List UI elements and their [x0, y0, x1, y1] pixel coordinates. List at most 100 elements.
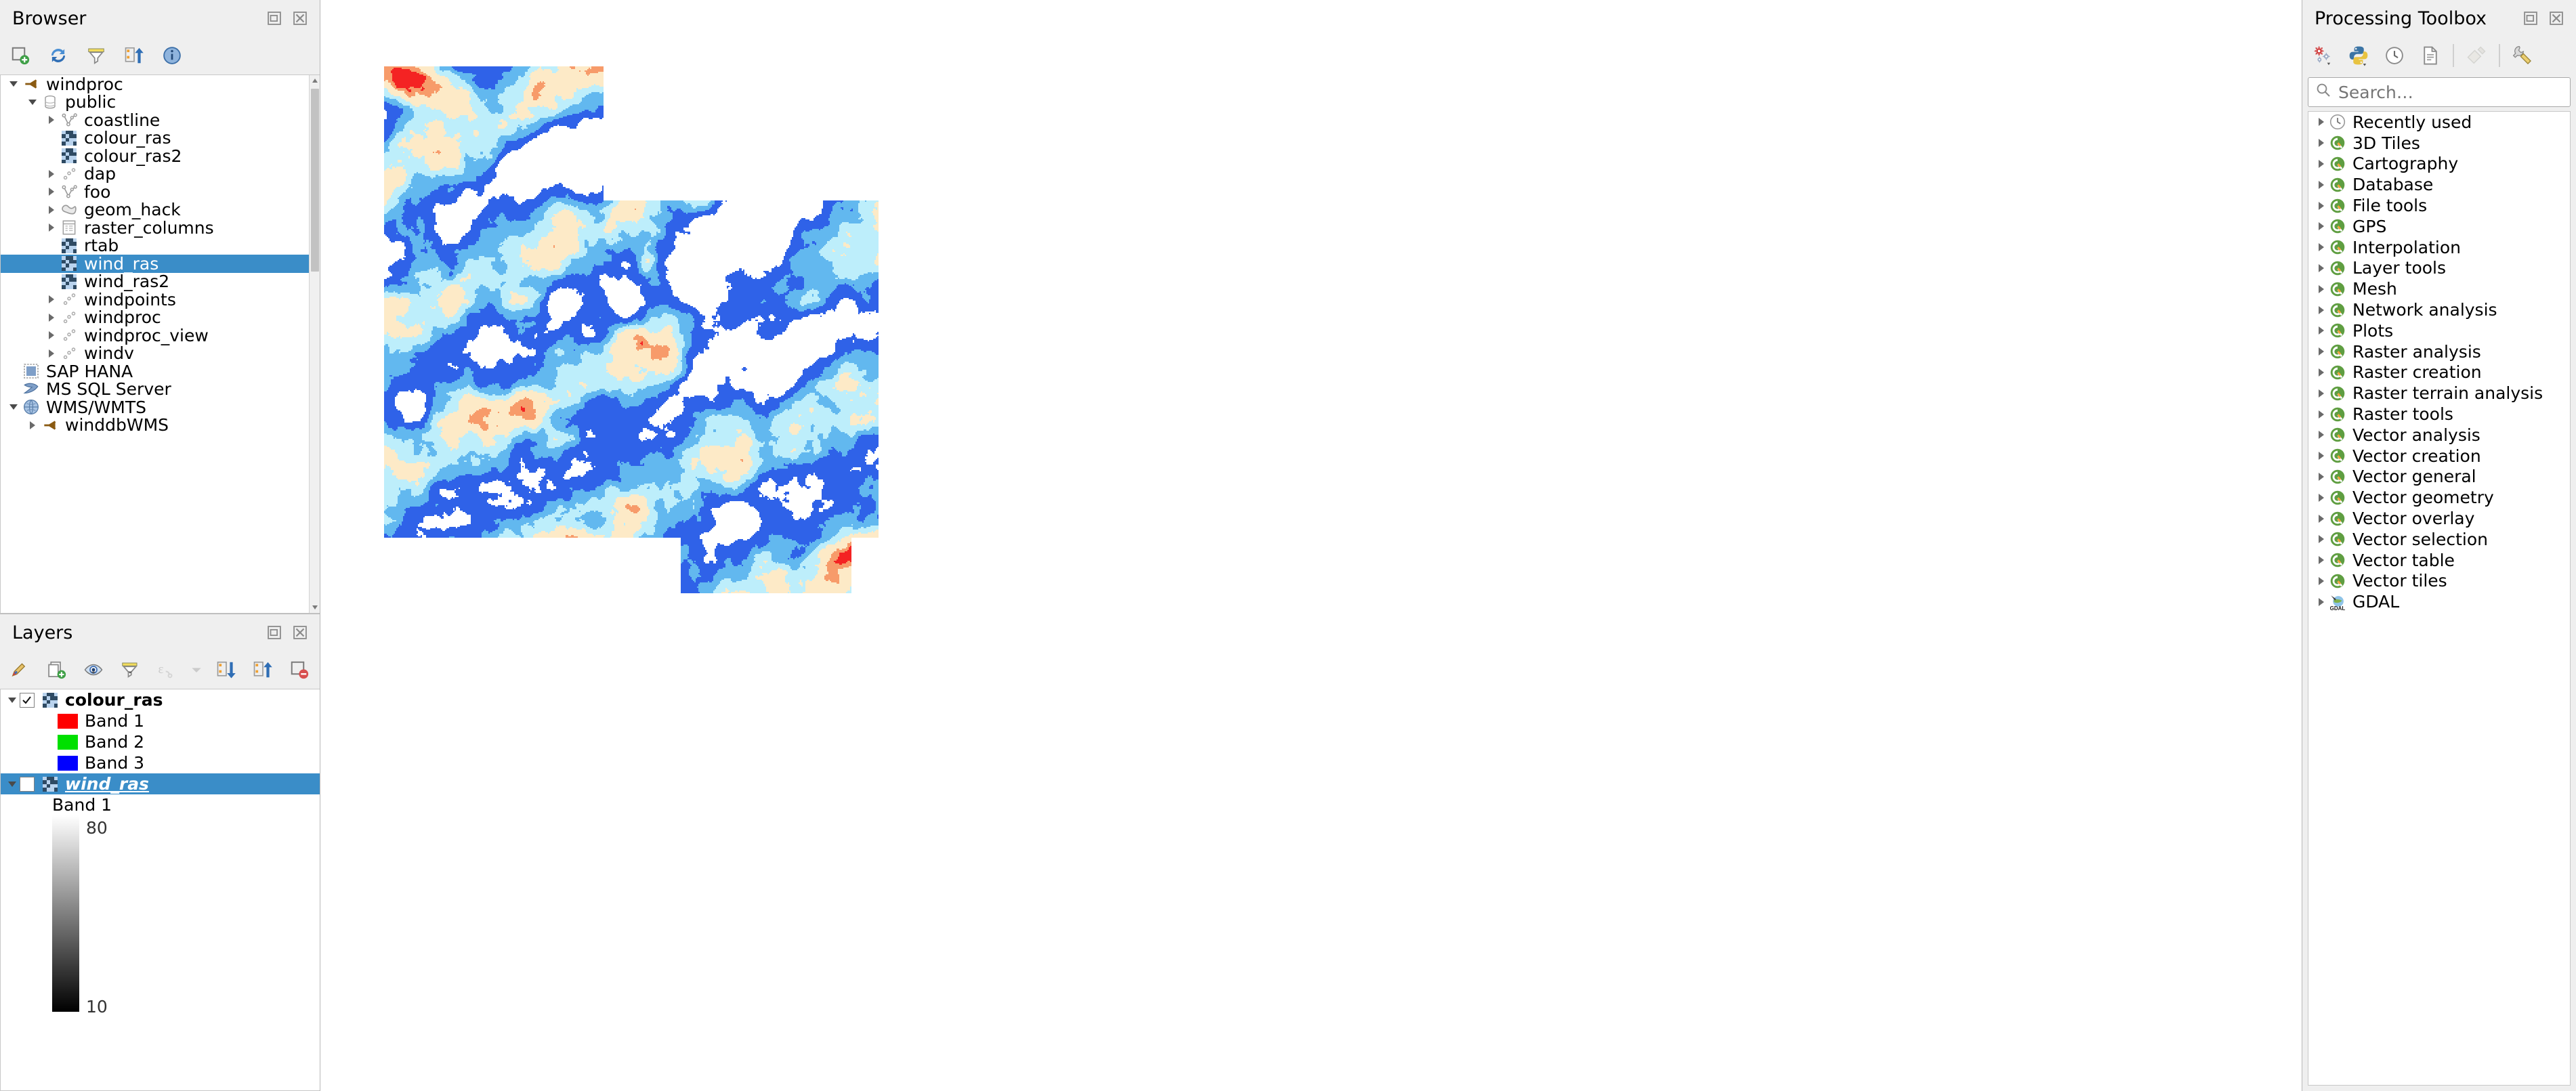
- collapse-all-icon[interactable]: [121, 42, 148, 69]
- close-icon[interactable]: [289, 7, 312, 30]
- float-icon[interactable]: [2519, 7, 2542, 30]
- chevron-right-icon[interactable]: [2314, 368, 2329, 377]
- collapse-all-icon[interactable]: [249, 656, 276, 683]
- chevron-right-icon[interactable]: [25, 421, 40, 430]
- processing-item-vector-general[interactable]: Vector general: [2308, 467, 2570, 488]
- processing-item-gdal[interactable]: GDAL GDAL: [2308, 591, 2570, 612]
- add-layer-icon[interactable]: [7, 42, 34, 69]
- band-legend-row[interactable]: Band 1: [1, 710, 320, 731]
- browser-item-public[interactable]: public: [1, 92, 309, 112]
- processing-item-recently-used[interactable]: Recently used: [2308, 112, 2570, 133]
- python-scripts-icon[interactable]: [2345, 42, 2372, 69]
- results-viewer-icon[interactable]: [2417, 42, 2444, 69]
- chevron-right-icon[interactable]: [44, 349, 59, 358]
- add-group-icon[interactable]: [43, 656, 70, 683]
- search-input[interactable]: [2337, 81, 2563, 103]
- chevron-right-icon[interactable]: [2314, 555, 2329, 565]
- layers-tree[interactable]: colour_ras Band 1 Band 2 Band 3 wind_ras Band…: [0, 689, 320, 1091]
- processing-item-gps[interactable]: GPS: [2308, 216, 2570, 237]
- close-icon[interactable]: [289, 621, 312, 644]
- browser-item-ms-sql-server[interactable]: MS SQL Server: [1, 379, 309, 399]
- browser-item-winddbwms[interactable]: winddbWMS: [1, 415, 309, 435]
- chevron-down-icon[interactable]: [25, 98, 40, 107]
- chevron-right-icon[interactable]: [44, 295, 59, 304]
- browser-item-windpoints[interactable]: windpoints: [1, 290, 309, 309]
- processing-item-mesh[interactable]: Mesh: [2308, 278, 2570, 299]
- processing-item-3d-tiles[interactable]: 3D Tiles: [2308, 133, 2570, 154]
- processing-item-vector-analysis[interactable]: Vector analysis: [2308, 425, 2570, 446]
- processing-item-vector-geometry[interactable]: Vector geometry: [2308, 487, 2570, 508]
- chevron-right-icon[interactable]: [44, 115, 59, 125]
- browser-item-windproc[interactable]: windproc: [1, 75, 309, 94]
- models-icon[interactable]: [2309, 42, 2336, 69]
- chevron-right-icon[interactable]: [2314, 451, 2329, 461]
- chevron-right-icon[interactable]: [2314, 201, 2329, 211]
- processing-item-vector-tiles[interactable]: Vector tiles: [2308, 571, 2570, 592]
- browser-tree[interactable]: windproc public coastline colour_ras colour_…: [0, 74, 320, 614]
- chevron-right-icon[interactable]: [2314, 326, 2329, 335]
- chevron-right-icon[interactable]: [44, 205, 59, 215]
- chevron-right-icon[interactable]: [2314, 263, 2329, 273]
- chevron-right-icon[interactable]: [2314, 534, 2329, 544]
- processing-item-vector-table[interactable]: Vector table: [2308, 550, 2570, 571]
- chevron-right-icon[interactable]: [2314, 597, 2329, 607]
- chevron-right-icon[interactable]: [2314, 117, 2329, 127]
- band-title-row[interactable]: Band 1: [1, 794, 320, 815]
- processing-item-raster-analysis[interactable]: Raster analysis: [2308, 341, 2570, 362]
- close-icon[interactable]: [2545, 7, 2568, 30]
- chevron-right-icon[interactable]: [2314, 472, 2329, 482]
- browser-item-raster-columns[interactable]: raster_columns: [1, 218, 309, 238]
- band-legend-row[interactable]: Band 3: [1, 752, 320, 773]
- processing-item-raster-tools[interactable]: Raster tools: [2308, 404, 2570, 425]
- chevron-right-icon[interactable]: [44, 313, 59, 322]
- scroll-down-icon[interactable]: [310, 602, 320, 613]
- refresh-icon[interactable]: [45, 42, 72, 69]
- browser-item-windproc[interactable]: windproc: [1, 307, 309, 327]
- browser-item-foo[interactable]: foo: [1, 182, 309, 202]
- search-field[interactable]: [2308, 77, 2571, 107]
- processing-item-layer-tools[interactable]: Layer tools: [2308, 258, 2570, 279]
- map-canvas[interactable]: [320, 0, 2302, 1091]
- processing-item-database[interactable]: Database: [2308, 174, 2570, 195]
- processing-item-plots[interactable]: Plots: [2308, 320, 2570, 341]
- remove-layer-icon[interactable]: [286, 656, 313, 683]
- browser-item-geom-hack[interactable]: geom_hack: [1, 200, 309, 219]
- processing-tree[interactable]: Recently used 3D Tiles Cartography Database…: [2308, 111, 2571, 1086]
- chevron-right-icon[interactable]: [2314, 305, 2329, 315]
- chevron-down-icon[interactable]: [5, 696, 20, 705]
- processing-item-network-analysis[interactable]: Network analysis: [2308, 299, 2570, 320]
- processing-item-raster-creation[interactable]: Raster creation: [2308, 362, 2570, 383]
- browser-scrollbar[interactable]: [309, 75, 320, 613]
- chevron-right-icon[interactable]: [44, 187, 59, 196]
- browser-item-rtab[interactable]: rtab: [1, 236, 309, 255]
- float-icon[interactable]: [263, 621, 286, 644]
- chevron-right-icon[interactable]: [44, 169, 59, 179]
- processing-item-vector-creation[interactable]: Vector creation: [2308, 446, 2570, 467]
- chevron-down-icon[interactable]: [5, 779, 20, 789]
- chevron-right-icon[interactable]: [2314, 410, 2329, 419]
- options-wrench-icon[interactable]: [2509, 42, 2536, 69]
- chevron-right-icon[interactable]: [2314, 242, 2329, 252]
- scrollbar-thumb[interactable]: [311, 89, 319, 272]
- scroll-up-icon[interactable]: [310, 75, 320, 86]
- manage-map-themes-icon[interactable]: [80, 656, 107, 683]
- layer-row-colour_ras[interactable]: colour_ras: [1, 689, 320, 710]
- chevron-right-icon[interactable]: [2314, 493, 2329, 502]
- expand-all-icon[interactable]: [213, 656, 240, 683]
- expression-dropdown-icon[interactable]: [190, 656, 203, 683]
- layer-row-wind_ras[interactable]: wind_ras: [1, 773, 320, 794]
- processing-item-cartography[interactable]: Cartography: [2308, 154, 2570, 175]
- browser-item-wms-wmts[interactable]: WMS/WMTS: [1, 398, 309, 417]
- chevron-right-icon[interactable]: [2314, 430, 2329, 440]
- chevron-right-icon[interactable]: [2314, 159, 2329, 169]
- browser-item-colour-ras2[interactable]: colour_ras2: [1, 146, 309, 166]
- processing-item-vector-selection[interactable]: Vector selection: [2308, 529, 2570, 550]
- processing-item-interpolation[interactable]: Interpolation: [2308, 237, 2570, 258]
- chevron-right-icon[interactable]: [2314, 138, 2329, 148]
- float-icon[interactable]: [263, 7, 286, 30]
- filter-legend-icon[interactable]: [117, 656, 144, 683]
- browser-item-wind-ras2[interactable]: wind_ras2: [1, 272, 309, 291]
- processing-item-raster-terrain-analysis[interactable]: Raster terrain analysis: [2308, 383, 2570, 404]
- layer-visibility-checkbox[interactable]: [20, 692, 35, 708]
- browser-item-colour-ras[interactable]: colour_ras: [1, 128, 309, 148]
